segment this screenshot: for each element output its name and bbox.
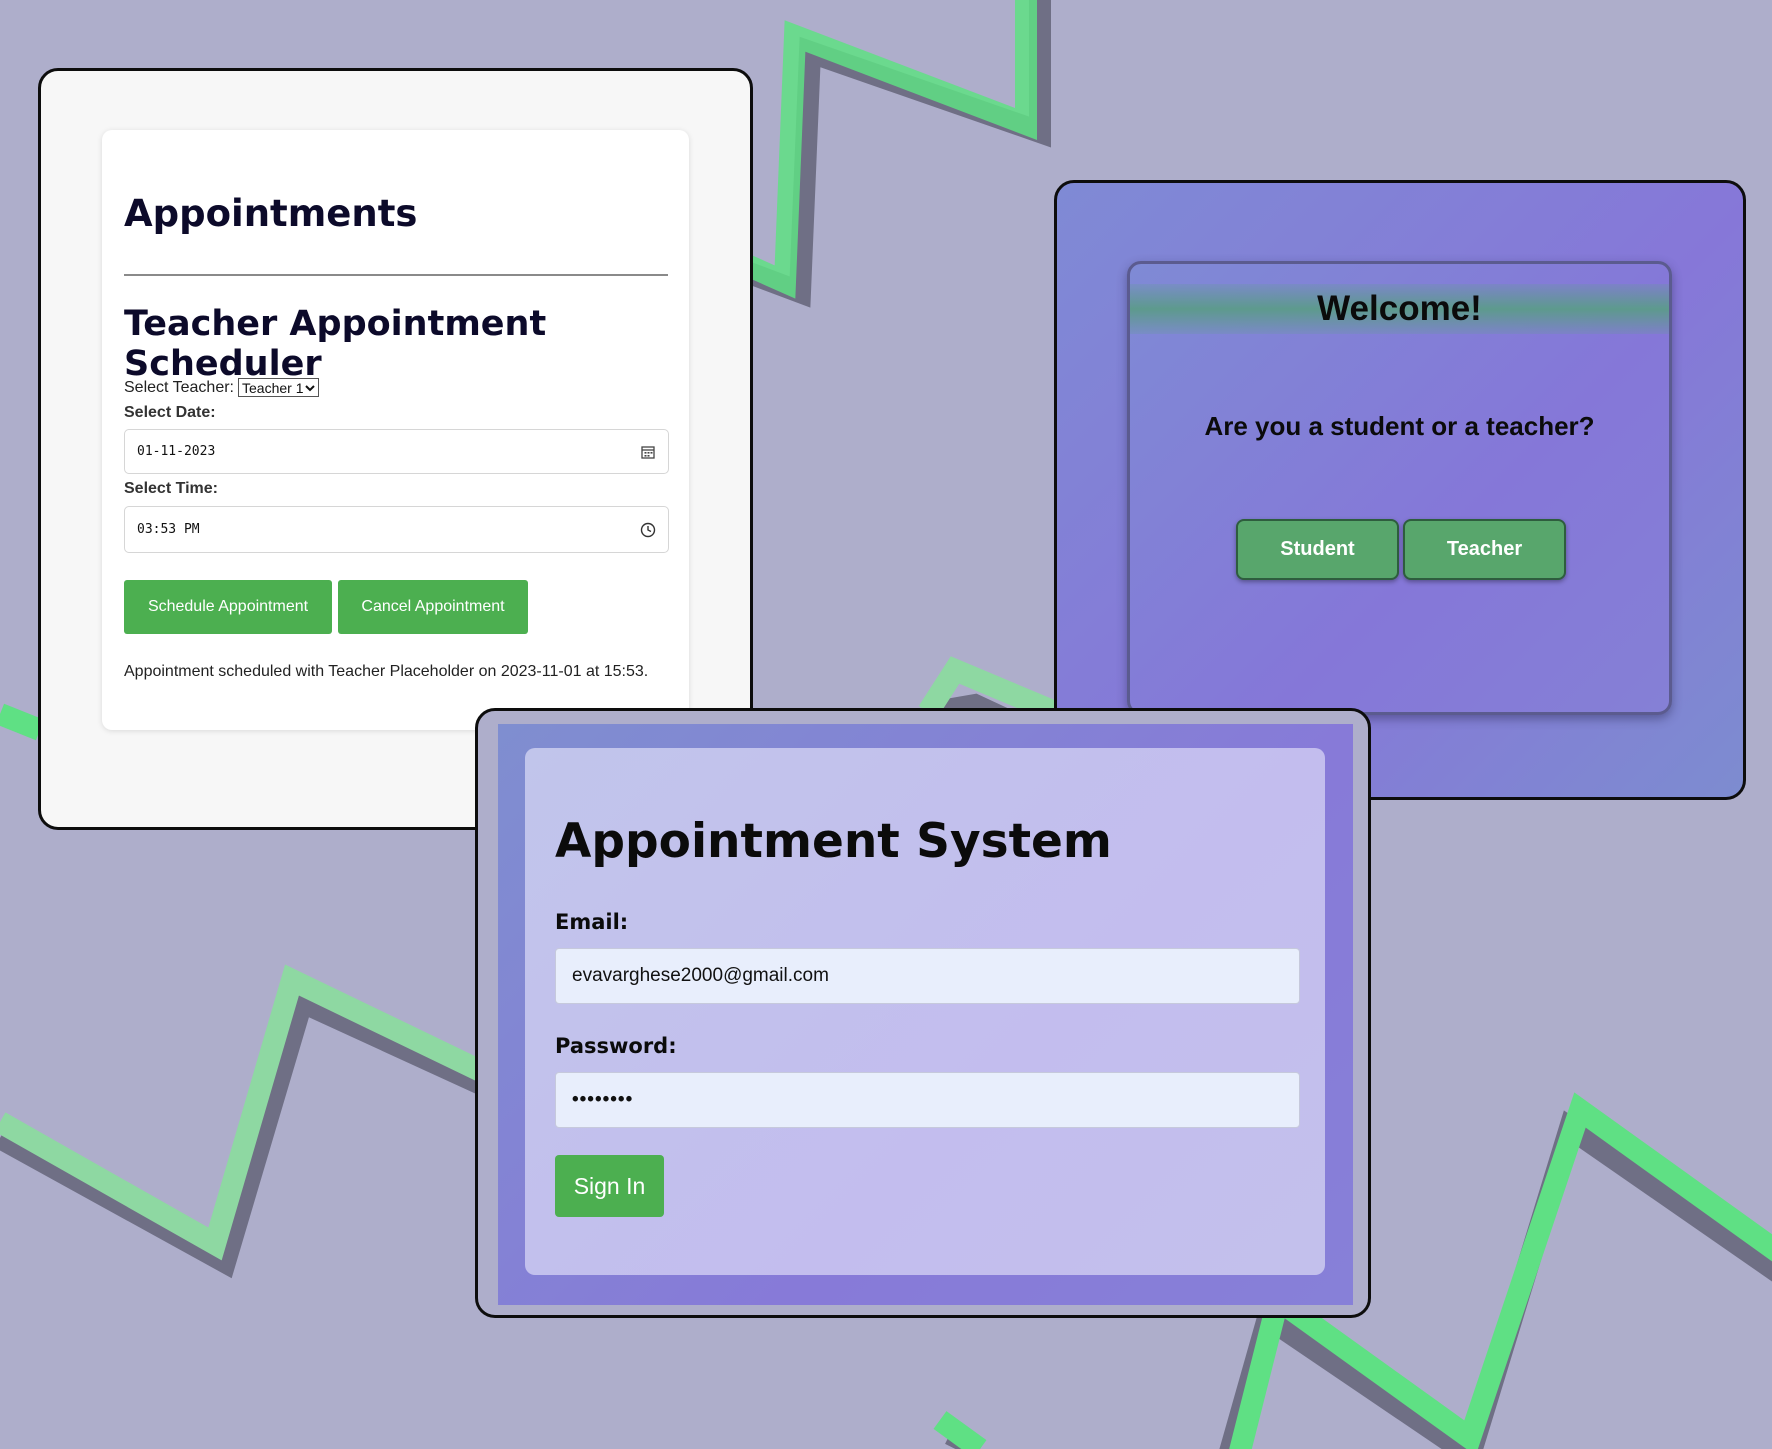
teacher-select-value: Teacher 1	[242, 379, 304, 396]
appointments-card: Appointments Teacher Appointment Schedul…	[102, 130, 689, 730]
teacher-select[interactable]: Teacher 1	[238, 378, 320, 397]
time-input[interactable]: 03:53 PM	[124, 506, 669, 553]
select-date-label: Select Date:	[124, 404, 216, 421]
email-field-value: evavarghese2000@gmail.com	[572, 965, 829, 986]
divider	[124, 274, 668, 276]
zigzag-green-top	[735, 0, 1037, 299]
password-field-value: ••••••••	[572, 1089, 634, 1110]
sign-in-button[interactable]: Sign In	[555, 1155, 664, 1217]
teacher-button[interactable]: Teacher	[1403, 519, 1566, 580]
date-input-value: 01-11-2023	[137, 444, 216, 459]
student-button[interactable]: Student	[1236, 519, 1399, 580]
time-input-value: 03:53 PM	[137, 522, 200, 537]
scheduler-title: Teacher Appointment Scheduler	[124, 304, 547, 384]
page-title: Appointments	[124, 192, 418, 235]
schedule-appointment-button[interactable]: Schedule Appointment	[124, 580, 332, 634]
welcome-title: Welcome!	[1130, 284, 1669, 334]
clock-icon[interactable]	[640, 522, 656, 538]
chevron-down-icon	[305, 384, 316, 391]
role-question: Are you a student or a teacher?	[1204, 411, 1595, 441]
password-label: Password:	[555, 1034, 677, 1058]
signin-background: Appointment System Email: evavarghese200…	[498, 724, 1353, 1305]
password-field[interactable]: ••••••••	[555, 1072, 1300, 1128]
select-time-label: Select Time:	[124, 480, 218, 497]
welcome-window: Welcome! Are you a student or a teacher?…	[1054, 180, 1746, 800]
select-teacher-row: Select Teacher: Teacher 1	[124, 378, 320, 397]
welcome-card: Welcome! Are you a student or a teacher?…	[1127, 261, 1672, 715]
zigzag-green-left-upper	[0, 703, 45, 741]
signin-window: Appointment System Email: evavarghese200…	[475, 708, 1371, 1318]
signin-card: Appointment System Email: evavarghese200…	[525, 748, 1325, 1275]
zigzag-green-mid	[933, 1411, 987, 1449]
date-input[interactable]: 01-11-2023	[124, 429, 669, 474]
zigzag-shadow-top	[716, 0, 1051, 308]
email-field[interactable]: evavarghese2000@gmail.com	[555, 948, 1300, 1004]
calendar-icon[interactable]	[640, 444, 656, 460]
status-message: Appointment scheduled with Teacher Place…	[124, 663, 649, 680]
zigzag-green-left	[0, 964, 525, 1261]
signin-title: Appointment System	[555, 814, 1112, 869]
cancel-appointment-button[interactable]: Cancel Appointment	[338, 580, 528, 634]
select-teacher-label: Select Teacher:	[124, 378, 234, 396]
email-label: Email:	[555, 910, 629, 934]
